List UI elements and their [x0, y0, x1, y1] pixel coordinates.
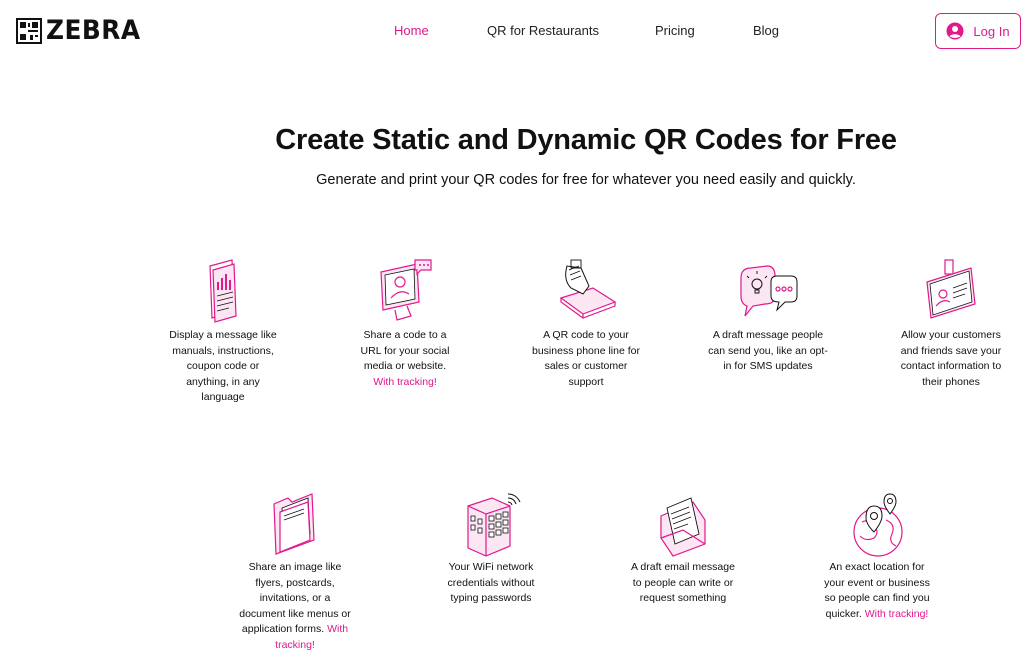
hand-phone-icon — [559, 259, 617, 319]
email-envelope-icon — [660, 497, 706, 557]
document-chart-icon — [209, 259, 237, 323]
feature-sms[interactable]: A draft message people can send you, lik… — [707, 258, 829, 375]
wifi-building-icon — [467, 493, 521, 557]
feature-text-message[interactable]: Display a message like manuals, instruct… — [168, 258, 278, 406]
page-title: Create Static and Dynamic QR Codes for F… — [275, 124, 897, 156]
feature-description: A draft message people can send you, lik… — [708, 329, 828, 372]
nav-home[interactable]: Home — [394, 23, 429, 38]
feature-contact[interactable]: Allow your customers and friends save yo… — [893, 258, 1009, 390]
user-avatar-icon — [946, 22, 964, 40]
feature-location[interactable]: An exact location for your event or busi… — [818, 490, 936, 622]
main-nav: Home QR for Restaurants Pricing Blog — [0, 23, 1024, 41]
feature-url[interactable]: Share a code to a URL for your social me… — [352, 258, 458, 390]
feature-wifi[interactable]: Your WiFi network credentials without ty… — [436, 490, 546, 607]
feature-file[interactable]: Share an image like flyers, postcards, i… — [236, 490, 354, 653]
login-label: Log In — [973, 23, 1010, 39]
feature-email[interactable]: A draft email message to people can writ… — [628, 490, 738, 607]
feature-phone[interactable]: A QR code to your business phone line fo… — [528, 258, 644, 390]
page-subtitle: Generate and print your QR codes for fre… — [316, 172, 856, 188]
folder-icon — [273, 493, 315, 555]
login-button[interactable]: Log In — [935, 13, 1021, 49]
feature-description: A draft email message to people can writ… — [631, 561, 735, 604]
nav-pricing[interactable]: Pricing — [655, 23, 695, 38]
feature-description: Share a code to a URL for your social me… — [360, 329, 450, 372]
feature-description: Display a message like manuals, instruct… — [169, 329, 277, 403]
nav-blog[interactable]: Blog — [753, 23, 779, 38]
chat-bubbles-icon — [740, 265, 798, 317]
tracking-highlight: With tracking! — [373, 375, 437, 388]
tracking-highlight: With tracking! — [864, 607, 929, 620]
monitor-user-icon — [380, 259, 432, 321]
feature-description: Allow your customers and friends save yo… — [900, 329, 1002, 388]
nav-qr-for-restaurants[interactable]: QR for Restaurants — [487, 23, 599, 38]
map-pin-globe-icon — [853, 493, 903, 557]
contact-card-icon — [926, 259, 976, 319]
feature-description: A QR code to your business phone line fo… — [532, 329, 640, 388]
feature-description: Your WiFi network credentials without ty… — [447, 561, 535, 604]
